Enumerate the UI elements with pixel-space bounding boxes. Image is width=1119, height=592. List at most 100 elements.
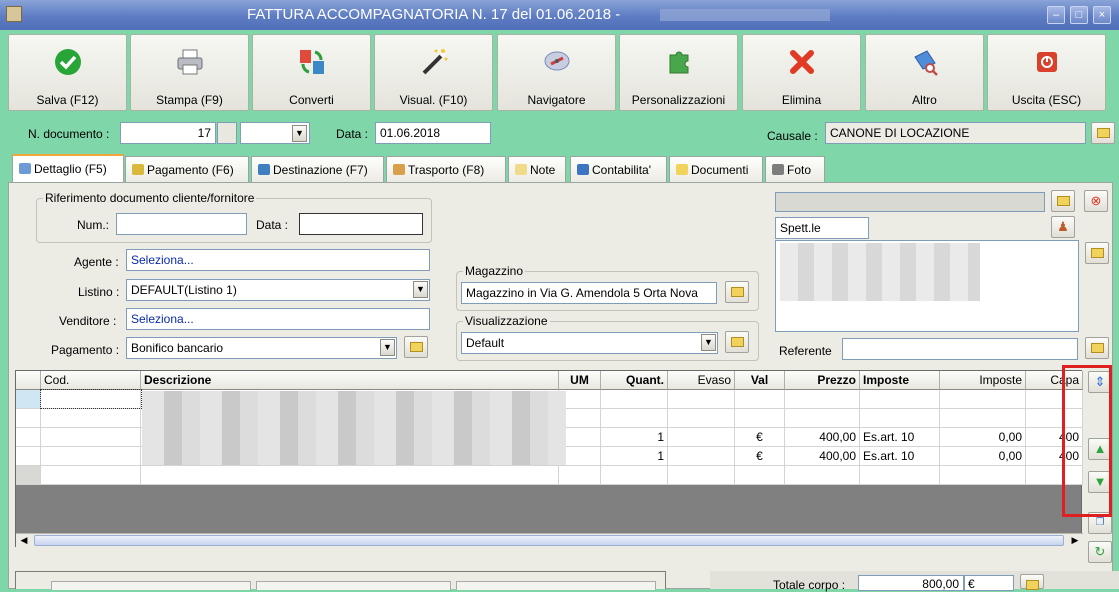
tab-note[interactable]: Note	[508, 156, 566, 182]
refresh-button[interactable]: ↻	[1088, 541, 1112, 563]
view-select[interactable]: Default	[461, 332, 718, 354]
navigator-button[interactable]: Navigatore	[497, 34, 616, 111]
customer-address-field[interactable]	[775, 240, 1079, 332]
table-cell[interactable]: 1	[601, 447, 668, 465]
table-cell[interactable]	[785, 409, 860, 427]
col-imposte-amount[interactable]: Imposte	[940, 371, 1026, 390]
seller-field[interactable]: Seleziona...	[126, 308, 430, 330]
table-row[interactable]	[16, 466, 1083, 485]
table-cell[interactable]	[940, 466, 1026, 484]
chevron-down-icon[interactable]: ▼	[701, 334, 716, 351]
row-selector[interactable]	[16, 428, 41, 446]
table-cell[interactable]	[559, 466, 601, 484]
app-icon[interactable]	[6, 6, 22, 22]
payment-select[interactable]: Bonifico bancario	[126, 337, 397, 359]
delete-button[interactable]: Elimina	[742, 34, 861, 111]
col-quant[interactable]: Quant.	[601, 371, 668, 390]
table-cell[interactable]	[785, 466, 860, 484]
customer-folder-button[interactable]	[1051, 190, 1075, 212]
table-cell[interactable]	[668, 390, 735, 408]
referente-field[interactable]	[842, 338, 1078, 360]
table-cell[interactable]	[41, 428, 141, 446]
tab-contabilita[interactable]: Contabilita'	[570, 156, 667, 182]
totals-folder-button[interactable]	[1020, 574, 1044, 590]
save-button[interactable]: Salva (F12)	[8, 34, 127, 111]
chevron-down-icon[interactable]: ▼	[413, 281, 428, 298]
table-cell[interactable]: 400,00	[785, 447, 860, 465]
table-cell[interactable]	[668, 409, 735, 427]
chevron-down-icon[interactable]: ▼	[292, 125, 307, 142]
table-cell[interactable]	[860, 409, 940, 427]
doc-number-field[interactable]: 17	[120, 122, 216, 144]
table-cell[interactable]	[40, 389, 142, 409]
ref-date-field[interactable]	[299, 213, 423, 235]
table-cell[interactable]	[141, 466, 559, 484]
table-cell[interactable]	[41, 466, 141, 484]
close-window-button[interactable]: ×	[1093, 6, 1111, 24]
row-selector[interactable]	[16, 390, 41, 408]
tab-foto[interactable]: Foto	[765, 156, 825, 182]
tab-documenti[interactable]: Documenti	[669, 156, 763, 182]
row-selector[interactable]	[16, 447, 41, 465]
customer-contact-button[interactable]: ♟	[1051, 216, 1075, 238]
view-folder-button[interactable]	[725, 331, 749, 353]
table-cell[interactable]: €	[735, 428, 785, 446]
scroll-left-icon[interactable]: ◀	[17, 535, 31, 547]
table-cell[interactable]: 0,00	[940, 447, 1026, 465]
table-cell[interactable]	[668, 428, 735, 446]
table-cell[interactable]	[735, 409, 785, 427]
table-cell[interactable]: Es.art. 10	[860, 447, 940, 465]
table-cell[interactable]: 400,00	[785, 428, 860, 446]
table-cell[interactable]	[601, 390, 668, 408]
address-folder-button[interactable]	[1085, 242, 1109, 264]
payment-folder-button[interactable]	[404, 336, 428, 358]
doc-suffix-field[interactable]	[217, 122, 237, 144]
table-cell[interactable]	[41, 447, 141, 465]
warehouse-field[interactable]: Magazzino in Via G. Amendola 5 Orta Nova	[461, 282, 717, 304]
table-cell[interactable]	[668, 447, 735, 465]
tab-dettaglio[interactable]: Dettaglio (F5)	[12, 154, 124, 183]
exit-button[interactable]: Uscita (ESC)	[987, 34, 1106, 111]
table-cell[interactable]	[860, 390, 940, 408]
table-cell[interactable]: 1	[601, 428, 668, 446]
scroll-thumb[interactable]	[34, 535, 1064, 546]
customer-remove-button[interactable]: ⊗	[1084, 190, 1108, 212]
print-button[interactable]: Stampa (F9)	[130, 34, 249, 111]
table-cell[interactable]: €	[735, 447, 785, 465]
ref-num-field[interactable]	[116, 213, 247, 235]
col-um[interactable]: UM	[559, 371, 601, 390]
referente-folder-button[interactable]	[1085, 337, 1109, 359]
maximize-button[interactable]: □	[1070, 6, 1088, 24]
tab-destinazione[interactable]: Destinazione (F7)	[251, 156, 384, 182]
col-prezzo[interactable]: Prezzo	[785, 371, 860, 390]
table-cell[interactable]	[940, 409, 1026, 427]
causale-field[interactable]: CANONE DI LOCAZIONE	[825, 122, 1086, 144]
tab-trasporto[interactable]: Trasporto (F8)	[386, 156, 506, 182]
col-cod[interactable]: Cod.	[41, 371, 141, 390]
tab-pagamento[interactable]: Pagamento (F6)	[125, 156, 249, 182]
convert-button[interactable]: Converti	[252, 34, 371, 111]
table-cell[interactable]: 0,00	[940, 428, 1026, 446]
col-evaso[interactable]: Evaso	[668, 371, 735, 390]
table-cell[interactable]	[735, 390, 785, 408]
table-cell[interactable]	[668, 466, 735, 484]
scroll-right-icon[interactable]: ▶	[1068, 535, 1082, 547]
items-grid[interactable]: Cod. Descrizione UM Quant. Evaso Val Pre…	[15, 370, 1083, 547]
table-cell[interactable]: Es.art. 10	[860, 428, 940, 446]
customer-name-field[interactable]	[775, 192, 1045, 212]
table-cell[interactable]	[601, 466, 668, 484]
row-selector[interactable]	[16, 466, 41, 484]
chevron-down-icon[interactable]: ▼	[380, 339, 395, 356]
horizontal-scrollbar[interactable]: ◀ ▶	[16, 533, 1083, 547]
customer-salutation-field[interactable]: Spett.le	[775, 217, 869, 239]
col-descrizione[interactable]: Descrizione	[141, 371, 559, 390]
col-imposte[interactable]: Imposte	[860, 371, 940, 390]
table-cell[interactable]	[785, 390, 860, 408]
table-cell[interactable]	[860, 466, 940, 484]
minimize-button[interactable]: –	[1047, 6, 1065, 24]
table-cell[interactable]	[735, 466, 785, 484]
agent-field[interactable]: Seleziona...	[126, 249, 430, 271]
table-cell[interactable]	[940, 390, 1026, 408]
listino-select[interactable]: DEFAULT(Listino 1)	[126, 279, 430, 301]
row-selector[interactable]	[16, 409, 41, 427]
